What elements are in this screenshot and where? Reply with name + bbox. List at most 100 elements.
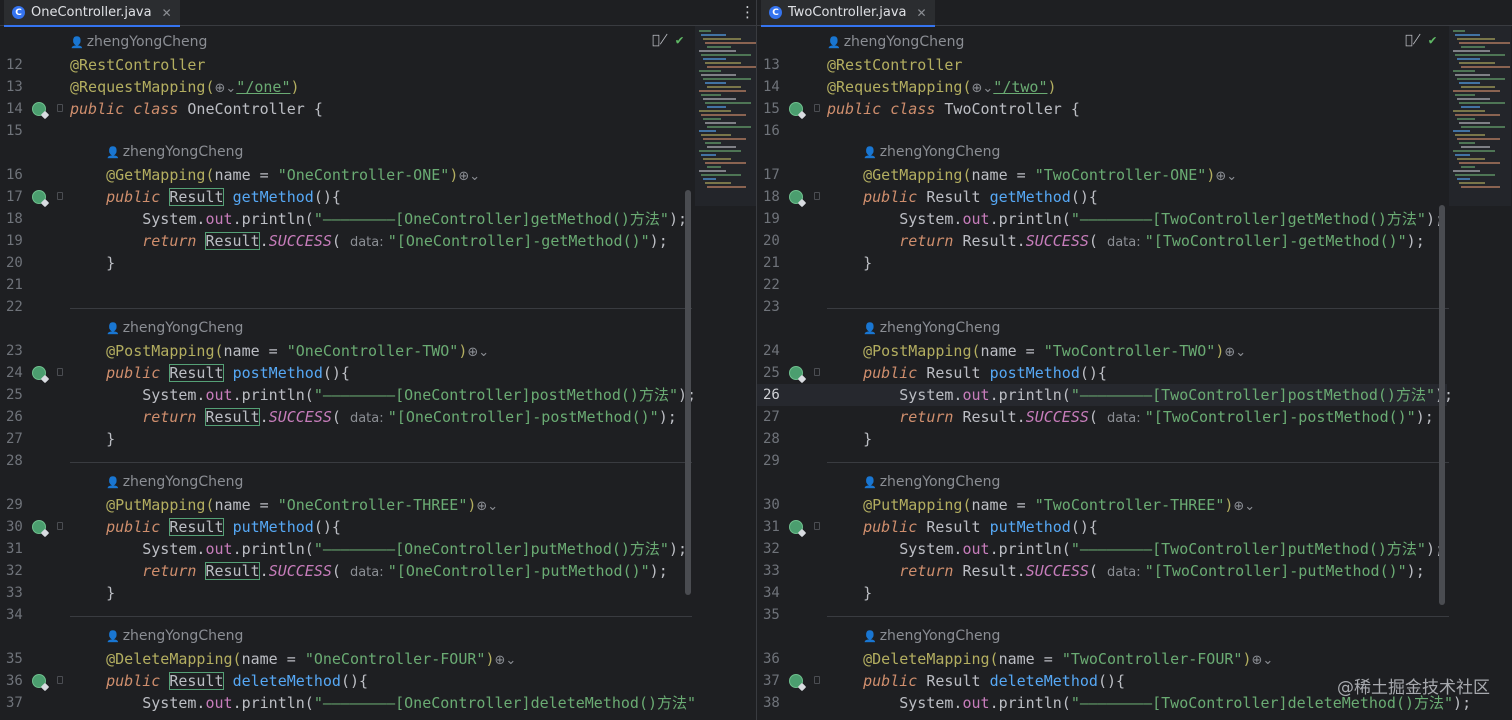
endpoint-gutter-icon[interactable]: [789, 674, 803, 688]
code-line[interactable]: 20 return Result.SUCCESS( data: "[TwoCon…: [757, 230, 1447, 252]
code-line[interactable]: 30 @PutMapping(name = "TwoController-THR…: [757, 494, 1447, 516]
code-line[interactable]: 14 @RequestMapping(⊕⌄"/two"): [757, 76, 1447, 98]
code-line[interactable]: 17 public Result getMethod(){: [0, 186, 690, 208]
code-line[interactable]: 32 System.out.println("————————[TwoContr…: [757, 538, 1447, 560]
endpoint-gutter-icon[interactable]: [789, 102, 803, 116]
endpoint-gutter-icon[interactable]: [32, 366, 46, 380]
author-hint[interactable]: 👤 zhengYongCheng: [70, 32, 207, 52]
code-line[interactable]: 28: [0, 450, 690, 472]
code-line[interactable]: 27 return Result.SUCCESS( data: "[TwoCon…: [757, 406, 1447, 428]
inlay-hint[interactable]: ⊕⌄: [1224, 345, 1246, 360]
code-line[interactable]: 21 }: [757, 252, 1447, 274]
close-icon[interactable]: ✕: [162, 6, 172, 20]
code-editor[interactable]: 👤 zhengYongCheng 13 @RestController 14 @Reque…: [757, 26, 1512, 720]
code-line[interactable]: 19 System.out.println("————————[TwoContr…: [757, 208, 1447, 230]
author-hint[interactable]: 👤 zhengYongCheng: [106, 142, 243, 162]
code-line[interactable]: 23 @PostMapping(name = "OneController-TW…: [0, 340, 690, 362]
author-hint[interactable]: 👤 zhengYongCheng: [863, 318, 1000, 338]
inlay-hint[interactable]: ⊕⌄: [1251, 653, 1273, 668]
inlay-hint[interactable]: data:: [1107, 235, 1145, 250]
tab-twocontroller[interactable]: C TwoController.java ✕: [761, 0, 935, 27]
code-line[interactable]: 34: [0, 604, 690, 626]
inlay-hint[interactable]: data:: [1107, 565, 1145, 580]
code-line[interactable]: 36 public Result deleteMethod(){: [0, 670, 690, 692]
code-line[interactable]: 29 @PutMapping(name = "OneController-THR…: [0, 494, 690, 516]
code-line[interactable]: 16: [757, 120, 1447, 142]
inlay-hint[interactable]: ⊕⌄: [476, 499, 498, 514]
author-hint[interactable]: 👤 zhengYongCheng: [827, 32, 964, 52]
left-editor-pane[interactable]: C OneController.java ✕ ⋮ 👁̸ ✔ 👤 zhengYongC…: [0, 0, 756, 720]
vertical-scrollbar[interactable]: [685, 190, 691, 595]
inlay-hint[interactable]: ⊕⌄: [467, 345, 489, 360]
code-line[interactable]: 29: [757, 450, 1447, 472]
code-line[interactable]: 15 public class TwoController {: [757, 98, 1447, 120]
fold-icon[interactable]: [57, 368, 63, 376]
code-line[interactable]: 22: [0, 296, 690, 318]
code-line[interactable]: 24 public Result postMethod(){: [0, 362, 690, 384]
author-hint[interactable]: 👤 zhengYongCheng: [863, 472, 1000, 492]
code-line[interactable]: 18 public Result getMethod(){: [757, 186, 1447, 208]
inlay-hint[interactable]: ⊕⌄: [1215, 169, 1237, 184]
code-line[interactable]: 34 }: [757, 582, 1447, 604]
endpoint-gutter-icon[interactable]: [789, 520, 803, 534]
author-hint[interactable]: 👤 zhengYongCheng: [106, 318, 243, 338]
code-line[interactable]: 35: [757, 604, 1447, 626]
code-line[interactable]: 22: [757, 274, 1447, 296]
fold-icon[interactable]: [814, 676, 820, 684]
code-line[interactable]: 31 System.out.println("————————[OneContr…: [0, 538, 690, 560]
endpoint-gutter-icon[interactable]: [32, 520, 46, 534]
code-line[interactable]: 19 return Result.SUCCESS( data: "[OneCon…: [0, 230, 690, 252]
code-line[interactable]: 13 @RequestMapping(⊕⌄"/one"): [0, 76, 690, 98]
fold-icon[interactable]: [57, 192, 63, 200]
fold-icon[interactable]: [814, 192, 820, 200]
code-line[interactable]: 33 }: [0, 582, 690, 604]
inlay-hint[interactable]: data:: [350, 235, 388, 250]
code-line[interactable]: 16 @GetMapping(name = "OneController-ONE…: [0, 164, 690, 186]
code-line[interactable]: 33 return Result.SUCCESS( data: "[TwoCon…: [757, 560, 1447, 582]
fold-icon[interactable]: [814, 368, 820, 376]
inlay-hint[interactable]: ⊕⌄: [494, 653, 516, 668]
code-line[interactable]: 14 public class OneController {: [0, 98, 690, 120]
more-options-icon[interactable]: ⋮: [740, 3, 755, 21]
code-line[interactable]: 37 System.out.println("————————[OneContr…: [0, 692, 696, 714]
code-line[interactable]: 23: [757, 296, 1447, 318]
code-line[interactable]: 32 return Result.SUCCESS( data: "[OneCon…: [0, 560, 690, 582]
author-hint[interactable]: 👤 zhengYongCheng: [863, 142, 1000, 162]
code-line[interactable]: 35 @DeleteMapping(name = "OneController-…: [0, 648, 690, 670]
minimap[interactable]: [1449, 26, 1511, 206]
tab-onecontroller[interactable]: C OneController.java ✕: [4, 0, 180, 27]
code-line[interactable]: 30 public Result putMethod(){: [0, 516, 690, 538]
fold-icon[interactable]: [814, 522, 820, 530]
endpoint-gutter-icon[interactable]: [789, 366, 803, 380]
endpoint-gutter-icon[interactable]: [32, 102, 46, 116]
endpoint-gutter-icon[interactable]: [789, 190, 803, 204]
code-line[interactable]: 25 public Result postMethod(){: [757, 362, 1447, 384]
author-hint[interactable]: 👤 zhengYongCheng: [106, 626, 243, 646]
code-line[interactable]: 24 @PostMapping(name = "TwoController-TW…: [757, 340, 1447, 362]
code-line[interactable]: 27 }: [0, 428, 690, 450]
inlay-hint[interactable]: ⊕⌄: [972, 81, 994, 96]
code-line[interactable]: 31 public Result putMethod(){: [757, 516, 1447, 538]
code-line[interactable]: 21: [0, 274, 690, 296]
code-line[interactable]: 26 return Result.SUCCESS( data: "[OneCon…: [0, 406, 690, 428]
vertical-scrollbar[interactable]: [1439, 205, 1445, 605]
inlay-hint[interactable]: ⊕⌄: [1233, 499, 1255, 514]
inlay-hint[interactable]: data:: [350, 411, 388, 426]
code-line[interactable]: 20 }: [0, 252, 690, 274]
code-line[interactable]: 18 System.out.println("————————[OneContr…: [0, 208, 690, 230]
minimap[interactable]: [695, 26, 756, 206]
author-hint[interactable]: 👤 zhengYongCheng: [863, 626, 1000, 646]
close-icon[interactable]: ✕: [917, 6, 927, 20]
code-line[interactable]: 12 @RestController: [0, 54, 690, 76]
author-hint[interactable]: 👤 zhengYongCheng: [106, 472, 243, 492]
code-line[interactable]: 17 @GetMapping(name = "TwoController-ONE…: [757, 164, 1447, 186]
fold-icon[interactable]: [57, 104, 63, 112]
inlay-hint[interactable]: ⊕⌄: [458, 169, 480, 184]
code-line[interactable]: 25 System.out.println("————————[OneContr…: [0, 384, 696, 406]
endpoint-gutter-icon[interactable]: [32, 190, 46, 204]
code-line[interactable]: 36 @DeleteMapping(name = "TwoController-…: [757, 648, 1447, 670]
fold-icon[interactable]: [57, 676, 63, 684]
endpoint-gutter-icon[interactable]: [32, 674, 46, 688]
code-line[interactable]: 26 System.out.println("————————[TwoContr…: [757, 384, 1453, 406]
code-editor[interactable]: 👤 zhengYongCheng 12 @RestController 13 @Reque…: [0, 26, 756, 720]
